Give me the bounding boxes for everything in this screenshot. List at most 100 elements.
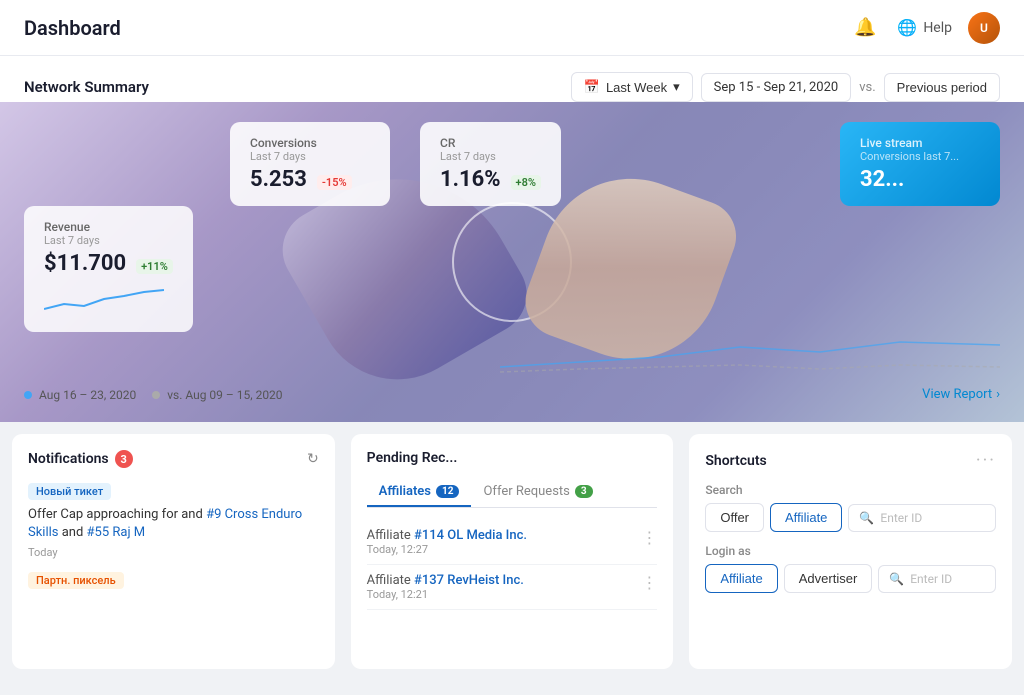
notification-tag-1: Новый тикет xyxy=(28,483,111,500)
notif-link-2[interactable]: #55 Raj M xyxy=(87,525,146,540)
chart-area: Aug 16 – 23, 2020 vs. Aug 09 – 15, 2020 … xyxy=(24,332,1000,402)
request-link-1[interactable]: #114 OL Media Inc. xyxy=(414,528,527,543)
request-item-1: Affiliate #114 OL Media Inc. Today, 12:2… xyxy=(367,520,658,565)
revenue-label: Revenue xyxy=(44,220,173,234)
topbar: Dashboard 🔔 🌐 Help U xyxy=(0,0,1024,56)
pending-requests-panel: Pending Rec... Affiliates 12 Offer Reque… xyxy=(351,434,674,669)
cr-stat-card: CR Last 7 days 1.16% +8% xyxy=(420,122,561,206)
bell-icon: 🔔 xyxy=(854,17,876,38)
help-icon: 🌐 xyxy=(897,18,917,37)
notif-body-text: Offer Cap approaching for and xyxy=(28,507,203,522)
conversions-value: 5.253 xyxy=(250,167,307,192)
login-shortcut-section: Login as Affiliate Advertiser 🔍 Enter ID xyxy=(705,544,996,593)
conversions-stat-card: Conversions Last 7 days 5.253 -15% xyxy=(230,122,390,206)
hero-area: Conversions Last 7 days 5.253 -15% CR La… xyxy=(0,102,1024,422)
live-stream-card: Live stream Conversions last 7... 32... xyxy=(840,122,1000,206)
date-range-label: Last Week xyxy=(606,80,667,95)
notifications-badge: 3 xyxy=(115,450,133,468)
cr-period: Last 7 days xyxy=(440,150,541,163)
previous-period-button[interactable]: Previous period xyxy=(884,73,1000,102)
request-label-2: Affiliate xyxy=(367,573,411,588)
date-range-text: Sep 15 - Sep 21, 2020 xyxy=(701,73,852,102)
login-section-label: Login as xyxy=(705,544,996,558)
more-icon-1[interactable]: ⋮ xyxy=(641,528,657,547)
revenue-stat-card: Revenue Last 7 days $11.700 +11% xyxy=(24,206,193,332)
help-label: Help xyxy=(923,20,952,36)
revenue-mini-chart xyxy=(44,284,164,314)
tab-offer-requests[interactable]: Offer Requests 3 xyxy=(471,478,604,507)
network-summary-title: Network Summary xyxy=(24,78,149,96)
page-title: Dashboard xyxy=(24,16,121,40)
shortcuts-header: Shortcuts ··· xyxy=(705,450,996,471)
legend-period1: Aug 16 – 23, 2020 xyxy=(39,388,136,402)
pending-requests-title: Pending Rec... xyxy=(367,450,458,466)
login-id-input-wrapper[interactable]: 🔍 Enter ID xyxy=(878,565,996,593)
main-content: Network Summary 📅 Last Week ▾ Sep 15 - S… xyxy=(0,56,1024,695)
notification-text-1: Offer Cap approaching for and #9 Cross E… xyxy=(28,506,319,542)
chevron-down-icon: ▾ xyxy=(673,79,680,95)
network-summary-section: Network Summary 📅 Last Week ▾ Sep 15 - S… xyxy=(0,56,1024,422)
notifications-title-text: Notifications xyxy=(28,451,109,467)
tab-offer-requests-label: Offer Requests xyxy=(483,484,569,499)
revenue-badge: +11% xyxy=(136,259,173,274)
notification-tag-2: Партн. пиксель xyxy=(28,572,124,589)
request-time-2: Today, 12:21 xyxy=(367,588,524,601)
live-label: Live stream xyxy=(860,136,980,150)
notifications-panel: Notifications 3 ↻ Новый тикет Offer Cap … xyxy=(12,434,335,669)
live-value: 32... xyxy=(860,167,980,192)
search-placeholder: Enter ID xyxy=(880,511,922,525)
login-search-icon: 🔍 xyxy=(889,572,904,586)
notifications-title: Notifications 3 xyxy=(28,450,133,468)
bell-button[interactable]: 🔔 xyxy=(849,12,881,44)
notifications-header: Notifications 3 ↻ xyxy=(28,450,319,468)
conversions-period: Last 7 days xyxy=(250,150,370,163)
pending-requests-header: Pending Rec... xyxy=(367,450,658,466)
pending-requests-tabs: Affiliates 12 Offer Requests 3 xyxy=(367,478,658,508)
bottom-section: Notifications 3 ↻ Новый тикет Offer Cap … xyxy=(0,422,1024,681)
shortcuts-panel: Shortcuts ··· Search Offer Affiliate 🔍 E… xyxy=(689,434,1012,669)
cr-badge: +8% xyxy=(511,175,541,190)
date-controls: 📅 Last Week ▾ Sep 15 - Sep 21, 2020 vs. … xyxy=(571,72,1000,102)
more-icon-2[interactable]: ⋮ xyxy=(641,573,657,592)
request-item-2: Affiliate #137 RevHeist Inc. Today, 12:2… xyxy=(367,565,658,610)
tab-affiliates-label: Affiliates xyxy=(379,484,431,499)
search-affiliate-button[interactable]: Affiliate xyxy=(770,503,842,532)
cr-value: 1.16% xyxy=(440,167,501,192)
view-report-button[interactable]: View Report › xyxy=(922,387,1000,402)
notification-item-2: Партн. пиксель xyxy=(28,569,319,595)
date-range-button[interactable]: 📅 Last Week ▾ xyxy=(571,72,693,102)
search-id-input-wrapper[interactable]: 🔍 Enter ID xyxy=(848,504,996,532)
network-header: Network Summary 📅 Last Week ▾ Sep 15 - S… xyxy=(0,56,1024,102)
request-label-1: Affiliate xyxy=(367,528,411,543)
refresh-icon[interactable]: ↻ xyxy=(307,451,319,467)
avatar[interactable]: U xyxy=(968,12,1000,44)
notification-item-1: Новый тикет Offer Cap approaching for an… xyxy=(28,480,319,559)
legend-dot-1 xyxy=(24,391,32,399)
help-button[interactable]: 🌐 Help xyxy=(897,18,952,37)
legend-dot-2 xyxy=(152,391,160,399)
search-offer-button[interactable]: Offer xyxy=(705,503,764,532)
tab-affiliates[interactable]: Affiliates 12 xyxy=(367,478,472,507)
view-report-label: View Report xyxy=(922,387,992,402)
cr-label: CR xyxy=(440,136,541,150)
search-shortcut-section: Search Offer Affiliate 🔍 Enter ID xyxy=(705,483,996,532)
request-link-2[interactable]: #137 RevHeist Inc. xyxy=(414,573,524,588)
offer-requests-count-badge: 3 xyxy=(575,485,593,498)
request-time-1: Today, 12:27 xyxy=(367,543,527,556)
revenue-value: $11.700 xyxy=(44,251,126,276)
live-period: Conversions last 7... xyxy=(860,150,980,163)
login-advertiser-button[interactable]: Advertiser xyxy=(784,564,873,593)
shortcuts-more-icon[interactable]: ··· xyxy=(976,450,996,471)
search-section-label: Search xyxy=(705,483,996,497)
pending-title-text: Pending Rec... xyxy=(367,450,458,466)
login-affiliate-button[interactable]: Affiliate xyxy=(705,564,777,593)
main-chart xyxy=(500,327,1000,377)
revenue-period: Last 7 days xyxy=(44,234,173,247)
conversions-badge: -15% xyxy=(317,175,352,190)
legend-period2: vs. Aug 09 – 15, 2020 xyxy=(167,388,282,402)
chart-legend: Aug 16 – 23, 2020 vs. Aug 09 – 15, 2020 xyxy=(24,388,283,402)
notification-time-1: Today xyxy=(28,546,319,559)
vs-label: vs. xyxy=(859,80,875,95)
topbar-actions: 🔔 🌐 Help U xyxy=(849,12,1000,44)
affiliates-count-badge: 12 xyxy=(436,485,459,498)
